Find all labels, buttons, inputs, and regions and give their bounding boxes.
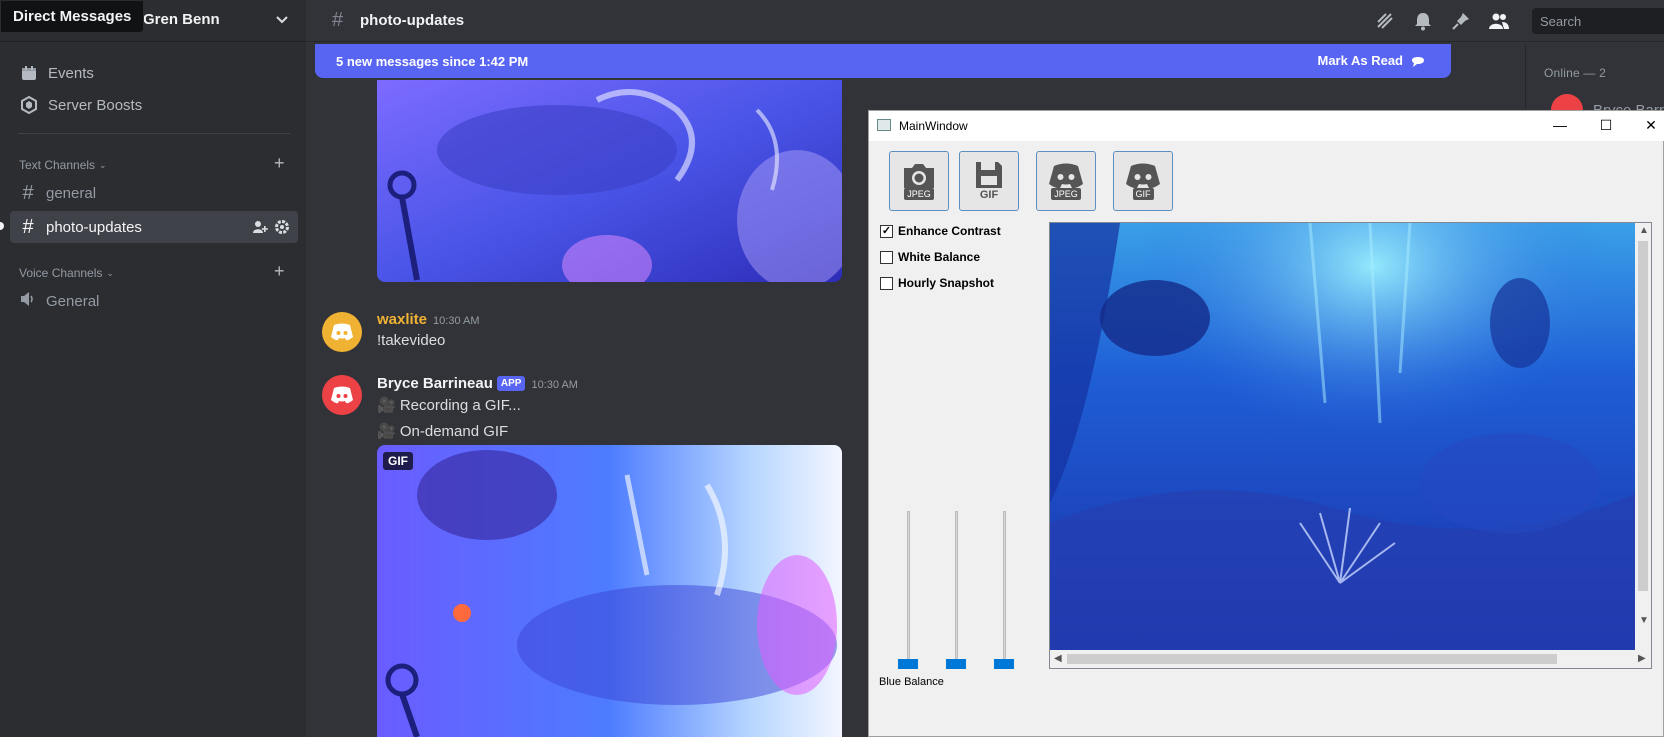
channel-header: # photo-updates Search (306, 0, 1664, 42)
channel-title: photo-updates (360, 12, 465, 29)
vertical-scrollbar[interactable]: ▲ ▼ (1635, 223, 1651, 652)
search-input[interactable]: Search (1532, 8, 1664, 34)
invite-icon[interactable] (252, 219, 268, 235)
gif-badge: GIF (383, 452, 413, 470)
aquarium-photo (377, 80, 842, 282)
window-title: MainWindow (899, 119, 968, 133)
avatar[interactable] (322, 312, 362, 352)
aquarium-gif (377, 445, 842, 737)
window-titlebar[interactable]: MainWindow — ☐ ✕ (869, 111, 1664, 141)
category-voice-channels[interactable]: Voice Channels ⌄ (19, 266, 114, 280)
chevron-down-icon: ⌄ (99, 159, 107, 170)
enhance-contrast-checkbox[interactable]: ✓ Enhance Contrast (880, 224, 1001, 238)
minimize-button[interactable]: — (1552, 117, 1568, 133)
app-icon (877, 119, 891, 131)
timestamp: 10:30 AM (531, 379, 578, 391)
checkbox-checked-icon: ✓ (880, 224, 893, 238)
message-author[interactable]: Bryce Barrineau APP 10:30 AM (377, 375, 578, 392)
message-content: 🎥 Recording a GIF... (377, 397, 521, 414)
avatar[interactable] (322, 375, 362, 415)
boost-icon (20, 96, 38, 114)
checkbox-icon (880, 276, 893, 290)
discord-gif-button[interactable]: GIF (1113, 151, 1173, 211)
discord-icon (331, 323, 353, 341)
hash-icon: # (22, 215, 34, 238)
maximize-button[interactable]: ☐ (1598, 117, 1614, 134)
discord-icon (1049, 163, 1083, 189)
main-window: MainWindow — ☐ ✕ JPEG GIF JPEG GIF ✓ Enh… (868, 110, 1664, 737)
hash-icon: # (332, 9, 344, 31)
checkbox-icon (880, 250, 893, 264)
message-content: !takevideo (377, 332, 446, 349)
sidebar-item-label: Events (48, 64, 94, 82)
category-text-channels[interactable]: Text Channels ⌄ (19, 158, 107, 172)
save-gif-button[interactable]: GIF (959, 151, 1019, 211)
mark-read-icon (1412, 56, 1424, 67)
scroll-left-icon[interactable]: ◀ (1054, 653, 1062, 664)
direct-messages-tooltip: Direct Messages (0, 0, 145, 33)
server-name: Gren Benn (143, 11, 220, 28)
pin-icon[interactable] (1451, 11, 1471, 31)
create-channel-button[interactable]: + (274, 154, 285, 172)
capture-jpeg-button[interactable]: JPEG (889, 151, 949, 211)
discord-app: Direct Messages Gren Benn Events Server … (0, 0, 1664, 737)
discord-icon (331, 386, 353, 404)
new-messages-banner[interactable]: 5 new messages since 1:42 PM Mark As Rea… (315, 44, 1451, 78)
channel-photo-updates[interactable]: # photo-updates (10, 211, 298, 243)
calendar-icon (20, 64, 38, 82)
horizontal-scrollbar[interactable]: ◀ ▶ (1050, 650, 1651, 668)
scroll-right-icon[interactable]: ▶ (1638, 653, 1646, 664)
camera-icon (904, 164, 934, 188)
sidebar-item-label: Server Boosts (48, 96, 143, 114)
save-icon (976, 162, 1002, 188)
divider (18, 133, 290, 134)
chevron-down-icon: ⌄ (106, 267, 114, 278)
white-balance-checkbox[interactable]: White Balance (880, 250, 980, 264)
member-list-icon[interactable] (1489, 11, 1509, 31)
slider-2[interactable] (946, 511, 966, 671)
channel-general[interactable]: # general (10, 177, 298, 209)
hourly-snapshot-checkbox[interactable]: Hourly Snapshot (880, 276, 994, 290)
threads-icon[interactable] (1375, 11, 1395, 31)
timestamp: 10:30 AM (433, 315, 480, 327)
slider-handle[interactable] (898, 659, 918, 669)
create-voice-channel-button[interactable]: + (274, 262, 285, 280)
sidebar-item-server-boosts[interactable]: Server Boosts (10, 89, 298, 121)
close-button[interactable]: ✕ (1643, 117, 1659, 134)
discord-icon (1126, 163, 1160, 189)
slider-handle[interactable] (946, 659, 966, 669)
slider-handle[interactable] (994, 659, 1014, 669)
camera-preview[interactable]: ▲ ▼ ◀ ▶ (1049, 222, 1652, 669)
bell-icon[interactable] (1413, 11, 1433, 31)
unread-indicator (0, 222, 4, 230)
discord-jpeg-button[interactable]: JPEG (1036, 151, 1096, 211)
aquarium-preview-image (1050, 223, 1637, 652)
member-list-heading: Online — 2 (1544, 66, 1607, 80)
slider-3[interactable] (994, 511, 1014, 671)
channel-sidebar: Direct Messages Gren Benn Events Server … (0, 0, 306, 737)
app-badge: APP (496, 376, 526, 391)
banner-text: 5 new messages since 1:42 PM (336, 54, 529, 69)
image-attachment[interactable] (377, 80, 842, 282)
voice-channel-general[interactable]: General (10, 285, 298, 317)
chevron-down-icon (276, 16, 288, 24)
gear-icon[interactable] (274, 219, 290, 235)
mark-as-read-button[interactable]: Mark As Read (1318, 53, 1426, 68)
message-content: 🎥 On-demand GIF (377, 423, 509, 440)
blue-balance-label: Blue Balance (879, 676, 944, 688)
gif-attachment[interactable]: GIF (377, 445, 842, 737)
speaker-icon (18, 290, 38, 313)
slider-1[interactable] (898, 511, 918, 671)
scroll-down-icon[interactable]: ▼ (1639, 615, 1649, 626)
message-author[interactable]: waxlite 10:30 AM (377, 311, 480, 328)
scroll-up-icon[interactable]: ▲ (1639, 225, 1649, 236)
hash-icon: # (22, 181, 34, 204)
sidebar-item-events[interactable]: Events (10, 57, 298, 89)
